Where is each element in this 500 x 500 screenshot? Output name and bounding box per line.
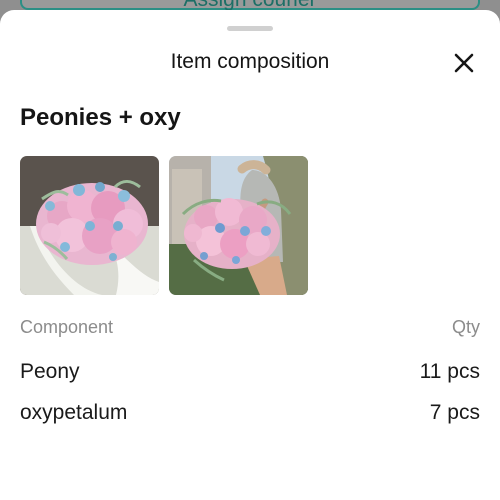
component-name: Peony — [20, 360, 80, 383]
sheet-drag-handle[interactable] — [227, 26, 273, 31]
close-icon[interactable] — [449, 48, 479, 78]
component-name: oxypetalum — [20, 401, 128, 424]
bouquet-photo-2[interactable] — [169, 156, 308, 295]
assign-courier-button[interactable]: Assign courier — [20, 0, 480, 11]
component-column-header: Component — [20, 317, 114, 337]
qty-column-header: Qty — [451, 317, 480, 337]
item-name: Peonies + oxy — [20, 104, 181, 131]
sheet-title: Item composition — [170, 50, 330, 73]
item-composition-sheet: Item composition Peonies + oxy Component… — [0, 10, 500, 500]
component-quantity: 7 pcs — [429, 401, 480, 424]
bouquet-photo-1[interactable] — [20, 156, 159, 295]
component-quantity: 11 pcs — [419, 360, 480, 383]
